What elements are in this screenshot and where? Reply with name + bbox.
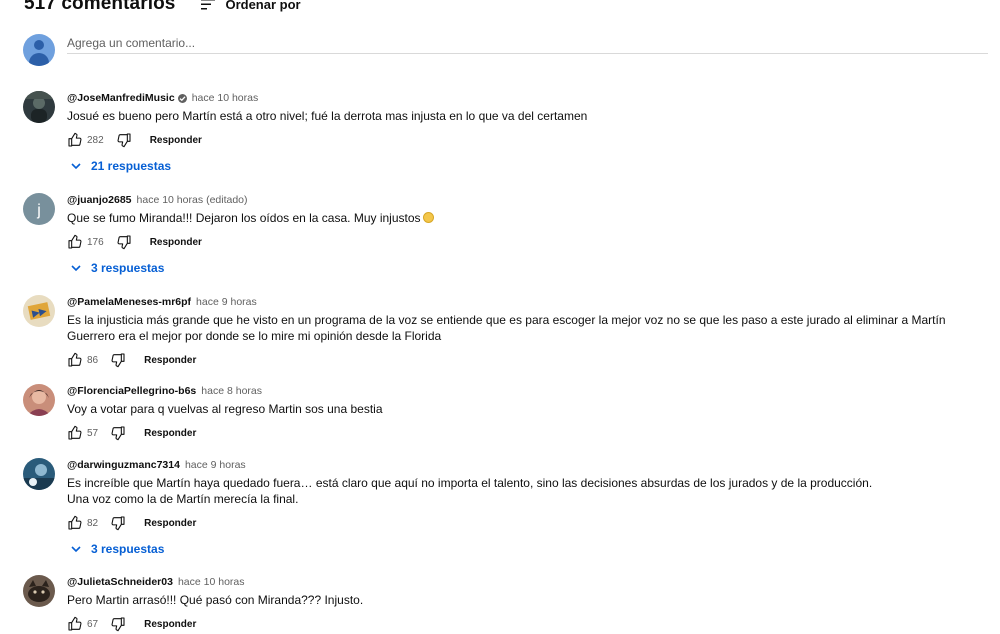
avatar[interactable]: ▶▶ bbox=[23, 295, 55, 327]
thumbs-down-icon bbox=[111, 426, 125, 441]
thumbs-up-icon bbox=[68, 234, 82, 249]
comment-text: Que se fumo Miranda!!! Dejaron los oídos… bbox=[67, 210, 993, 226]
add-comment-row: Agrega un comentario... bbox=[23, 34, 988, 66]
view-replies-button[interactable]: 3 respuestas bbox=[67, 258, 993, 278]
like-button[interactable]: 57 bbox=[67, 425, 98, 441]
view-replies-button[interactable]: 3 respuestas bbox=[67, 539, 993, 559]
like-count: 57 bbox=[87, 427, 99, 439]
thumbs-up-icon bbox=[68, 425, 82, 440]
like-button[interactable]: 86 bbox=[67, 352, 98, 368]
dislike-button[interactable] bbox=[116, 132, 132, 148]
comment-author[interactable]: @juanjo2685 bbox=[67, 194, 132, 206]
dislike-button[interactable] bbox=[110, 515, 126, 531]
like-count: 67 bbox=[87, 618, 99, 630]
comment-time[interactable]: hace 10 horas bbox=[192, 92, 259, 104]
avatar[interactable]: j bbox=[23, 193, 55, 225]
avatar[interactable] bbox=[23, 91, 55, 123]
dislike-button[interactable] bbox=[110, 425, 126, 441]
chevron-down-icon bbox=[71, 264, 81, 271]
comment-time[interactable]: hace 9 horas bbox=[185, 459, 246, 471]
comment-author[interactable]: @FlorenciaPellegrino-b6s bbox=[67, 385, 196, 397]
thumbs-down-icon bbox=[117, 235, 131, 250]
avatar[interactable] bbox=[23, 575, 55, 607]
reply-button[interactable]: Responder bbox=[144, 518, 196, 529]
add-comment-input[interactable]: Agrega un comentario... bbox=[67, 34, 988, 54]
like-count: 82 bbox=[87, 517, 99, 529]
like-count: 86 bbox=[87, 354, 99, 366]
reply-button[interactable]: Responder bbox=[144, 619, 196, 630]
dislike-button[interactable] bbox=[116, 234, 132, 250]
comment-text: Es la injusticia más grande que he visto… bbox=[67, 313, 946, 343]
comment-count: 517 comentarios bbox=[24, 0, 176, 14]
dislike-button[interactable] bbox=[110, 352, 126, 368]
like-button[interactable]: 282 bbox=[67, 132, 104, 148]
user-avatar bbox=[23, 34, 55, 66]
thumbs-up-icon bbox=[68, 352, 82, 367]
sort-label: Ordenar por bbox=[225, 0, 301, 12]
comment-time[interactable]: hace 10 horas bbox=[178, 576, 245, 588]
sort-button[interactable]: Ordenar por bbox=[201, 0, 301, 12]
dislike-button[interactable] bbox=[110, 616, 126, 632]
comment-author[interactable]: @PamelaMeneses-mr6pf bbox=[67, 296, 191, 308]
svg-text:j: j bbox=[36, 202, 41, 219]
comment-text: Voy a votar para q vuelvas al regreso Ma… bbox=[67, 402, 383, 416]
thumbs-down-icon bbox=[117, 133, 131, 148]
reply-button[interactable]: Responder bbox=[144, 428, 196, 439]
thumbs-up-icon bbox=[68, 515, 82, 530]
chevron-down-icon bbox=[71, 545, 81, 552]
reply-button[interactable]: Responder bbox=[150, 135, 202, 146]
edited-label: (editado) bbox=[206, 194, 248, 206]
like-count: 282 bbox=[87, 134, 104, 146]
reply-button[interactable]: Responder bbox=[150, 237, 202, 248]
comment-text: Josué es bueno pero Martín está a otro n… bbox=[67, 109, 588, 123]
thumbs-up-icon bbox=[68, 616, 82, 631]
like-button[interactable]: 176 bbox=[67, 234, 104, 250]
comment-time[interactable]: hace 10 horas bbox=[137, 194, 204, 206]
replies-label: 21 respuestas bbox=[91, 159, 172, 173]
comment-time[interactable]: hace 9 horas bbox=[196, 296, 257, 308]
thumbs-down-icon bbox=[111, 353, 125, 368]
comment-text: Pero Martin arrasó!!! Qué pasó con Miran… bbox=[67, 593, 364, 607]
avatar[interactable] bbox=[23, 384, 55, 416]
reply-button[interactable]: Responder bbox=[144, 355, 196, 366]
thumbs-up-icon bbox=[68, 132, 82, 147]
sad-face-emoji-icon bbox=[422, 212, 434, 223]
like-count: 176 bbox=[87, 236, 104, 248]
like-button[interactable]: 82 bbox=[67, 515, 98, 531]
verified-icon bbox=[177, 93, 187, 103]
like-button[interactable]: 67 bbox=[67, 616, 98, 632]
comment-text: Es increíble que Martín haya quedado fue… bbox=[67, 476, 873, 506]
view-replies-button[interactable]: 21 respuestas bbox=[67, 156, 993, 176]
replies-label: 3 respuestas bbox=[91, 542, 165, 556]
replies-label: 3 respuestas bbox=[91, 261, 165, 275]
avatar[interactable] bbox=[23, 458, 55, 490]
comment-author[interactable]: @darwinguzmanc7314 bbox=[67, 459, 180, 471]
comments-header: 517 comentarios Ordenar por bbox=[24, 0, 301, 16]
chevron-down-icon bbox=[71, 162, 81, 169]
thumbs-down-icon bbox=[111, 617, 125, 632]
comment-author[interactable]: @JoseManfrediMusic bbox=[67, 92, 175, 104]
comment-author[interactable]: @JulietaSchneider03 bbox=[67, 576, 173, 588]
thumbs-down-icon bbox=[111, 516, 125, 531]
sort-icon bbox=[201, 0, 216, 10]
comment-text-body: Que se fumo Miranda!!! Dejaron los oídos… bbox=[67, 211, 421, 225]
comment-time[interactable]: hace 8 horas bbox=[201, 385, 262, 397]
